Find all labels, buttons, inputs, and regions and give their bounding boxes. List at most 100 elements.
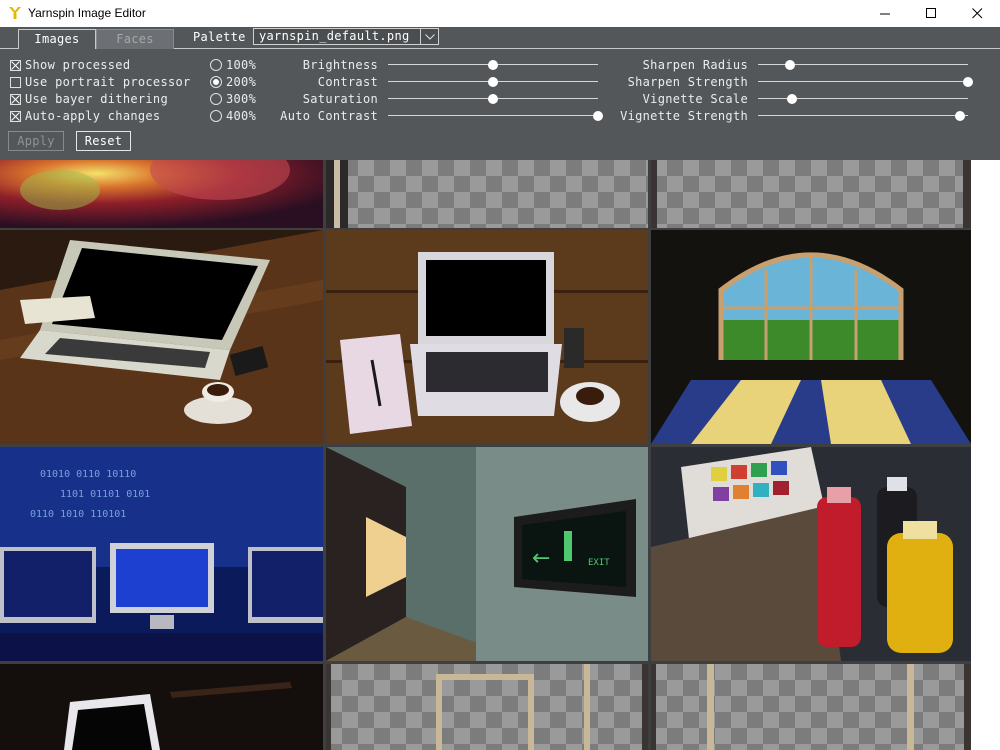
radio-circle[interactable] [210,59,222,71]
maximize-button[interactable] [908,0,954,27]
tab-bar: Images Faces [0,27,1000,49]
minimize-icon [879,13,890,15]
contrast-label: Contrast [317,75,378,89]
saturation-label: Saturation [302,92,378,106]
check-mark-icon [11,94,20,104]
yarnspin-y-icon [9,7,21,19]
zoom-label: 200% [226,75,257,89]
slider-thumb[interactable] [488,60,498,70]
checkbox[interactable] [10,93,21,105]
sharpen-radius-slider[interactable] [758,57,968,73]
saturation-slider[interactable] [388,91,598,107]
radio-circle[interactable] [210,110,222,122]
thumb-pillars[interactable] [651,664,971,750]
palette-label: Palette [193,30,246,44]
chevron-down-icon[interactable] [420,29,438,44]
brightness-label: Brightness [302,58,378,72]
option-label: Auto-apply changes [25,109,161,123]
laptop-table-image [0,230,323,444]
galaxy-image [0,160,323,228]
thumb-paint-bottles[interactable] [651,447,971,661]
thumb-door-frame[interactable] [326,664,648,750]
option-use-portrait-processor[interactable]: Use portrait processor [10,74,191,90]
slider-thumb[interactable] [963,77,973,87]
palette-dropdown[interactable]: yarnspin_default.png [253,28,439,45]
slider-track[interactable] [758,81,968,82]
sharpen-radius-label: Sharpen Radius [642,58,748,72]
slider-thumb[interactable] [954,111,965,121]
svg-text:1101 01101 0101: 1101 01101 0101 [60,489,150,500]
title-bar: Yarnspin Image Editor [0,0,1000,27]
thumb-binary-monitors[interactable]: 01010 0110 10110 1101 01101 0101 0110 10… [0,447,323,661]
vignette-strength-slider[interactable] [758,108,968,124]
thumb-transparent[interactable] [651,160,971,228]
auto-contrast-slider[interactable] [388,108,603,124]
svg-text:01010 0110 10110: 01010 0110 10110 [40,469,136,480]
image-grid[interactable]: 01010 0110 10110 1101 01101 0101 0110 10… [0,160,1000,750]
zoom-label: 400% [226,109,257,123]
vignette-scale-slider[interactable] [758,91,968,107]
thumb-exit-sign[interactable]: ← EXIT [326,447,648,661]
reset-button[interactable]: Reset [76,131,131,151]
thumb-arched-window[interactable] [651,230,971,444]
grid-right-gutter [971,160,1000,750]
svg-text:EXIT: EXIT [588,558,610,568]
tablet-image [0,664,323,750]
arched-window-image [651,230,971,444]
zoom-radio-400[interactable]: 400% [210,108,256,124]
zoom-radio-300[interactable]: 300% [210,91,256,107]
option-label: Show processed [25,58,131,72]
maximize-icon [925,8,936,18]
window-title: Yarnspin Image Editor [28,6,146,20]
check-mark-icon [11,111,20,121]
slider-track[interactable] [758,115,968,116]
controls-panel: Images Faces Palette yarnspin_default.pn… [0,27,1000,160]
zoom-label: 300% [226,92,257,106]
thumb-tablet[interactable] [0,664,323,750]
tab-faces[interactable]: Faces [96,29,174,49]
laptop-desk-image [326,230,648,444]
radio-circle[interactable] [210,76,222,88]
contrast-slider[interactable] [388,74,598,90]
option-show-processed[interactable]: Show processed [10,57,130,73]
close-icon [971,8,982,19]
apply-button: Apply [8,131,64,151]
vignette-scale-label: Vignette Scale [642,92,748,106]
check-mark-icon [11,60,20,70]
minimize-button[interactable] [862,0,908,27]
radio-dot [213,79,219,85]
tab-active-gap [19,48,95,49]
slider-thumb[interactable] [488,94,498,104]
slider-thumb[interactable] [784,60,795,70]
thumb-galaxy[interactable] [0,160,323,228]
zoom-radio-200[interactable]: 200% [210,74,256,90]
radio-circle[interactable] [210,93,222,105]
vignette-strength-label: Vignette Strength [620,109,748,123]
tab-images[interactable]: Images [18,29,96,49]
sharpen-strength-label: Sharpen Strength [627,75,748,89]
option-auto-apply-changes[interactable]: Auto-apply changes [10,108,160,124]
sharpen-strength-slider[interactable] [758,74,973,90]
slider-thumb[interactable] [488,77,498,87]
checkbox[interactable] [10,110,21,122]
checkbox[interactable] [10,59,21,71]
thumb-transparent[interactable] [326,160,648,228]
option-label: Use portrait processor [25,75,191,89]
palette-selected-value: yarnspin_default.png [259,29,410,43]
checkbox[interactable] [10,76,21,88]
close-button[interactable] [954,0,1000,27]
zoom-radio-100[interactable]: 100% [210,57,256,73]
zoom-label: 100% [226,58,257,72]
auto-contrast-label: Auto Contrast [280,109,378,123]
slider-track[interactable] [388,115,598,116]
binary-monitors-image: 01010 0110 10110 1101 01101 0101 0110 10… [0,447,323,661]
paint-bottles-image [651,447,971,661]
brightness-slider[interactable] [388,57,598,73]
thumb-laptop-desk[interactable] [326,230,648,444]
svg-text:←: ← [532,546,550,571]
option-use-bayer-dithering[interactable]: Use bayer dithering [10,91,168,107]
thumb-laptop-table[interactable] [0,230,323,444]
slider-thumb[interactable] [786,94,797,104]
svg-text:0110 1010 110101: 0110 1010 110101 [30,509,126,520]
exit-sign-image: ← EXIT [326,447,648,661]
